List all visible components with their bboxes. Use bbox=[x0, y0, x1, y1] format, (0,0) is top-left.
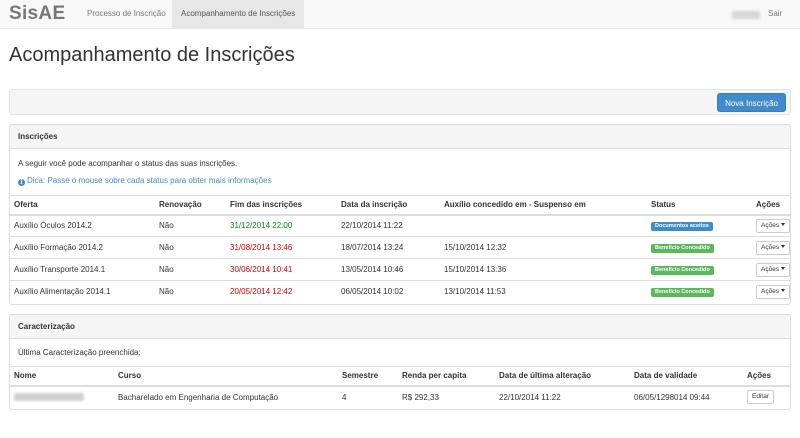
col-acoes: Ações bbox=[743, 366, 790, 387]
inscricoes-heading: Inscrições bbox=[10, 125, 790, 149]
acoes-dropdown-button[interactable]: Ações bbox=[756, 262, 790, 277]
logout-link[interactable]: Sair bbox=[768, 0, 782, 28]
acoes-dropdown-button[interactable]: Ações bbox=[756, 218, 790, 233]
concedido-cell bbox=[440, 215, 647, 237]
caracterizacao-heading: Caracterização bbox=[10, 315, 790, 339]
semestre-cell: 4 bbox=[342, 392, 347, 402]
fim-cell: 20/05/2014 12:42 bbox=[226, 280, 337, 303]
col-data-inscricao: Data da inscrição bbox=[337, 195, 440, 216]
col-data-validade: Data de validade bbox=[630, 366, 743, 387]
col-data-alteracao: Data de última alteração bbox=[495, 366, 630, 387]
caracterizacao-intro: Última Caracterização preenchida: bbox=[18, 348, 141, 357]
renovacao-cell: Não bbox=[155, 258, 226, 281]
status-cell: Documentos aceitos bbox=[647, 215, 752, 237]
new-inscription-button[interactable]: Nova Inscrição bbox=[717, 93, 786, 112]
data-cell: 06/05/2014 10:02 bbox=[337, 280, 440, 303]
caret-down-icon bbox=[781, 244, 786, 248]
fim-cell: 31/08/2014 13:46 bbox=[226, 236, 337, 259]
col-status: Status bbox=[647, 195, 752, 216]
oferta-cell: Auxílio Óculos 2014.2 bbox=[14, 221, 92, 231]
curso-cell: Bacharelado em Engenharia de Computação bbox=[118, 392, 279, 402]
table-row: Auxílio Alimentação 2014.1 Não 20/05/201… bbox=[10, 280, 790, 303]
concedido-cell: 15/10/2014 13:36 bbox=[440, 258, 647, 281]
acoes-cell: Ações bbox=[752, 258, 790, 281]
validade-cell: 06/05/1298014 09:44 bbox=[634, 392, 710, 402]
acoes-label: Ações bbox=[761, 243, 780, 251]
oferta-cell: Auxílio Transporte 2014.1 bbox=[10, 258, 155, 281]
nav-tab-processo-inscricao[interactable]: Processo de Inscrição bbox=[78, 0, 175, 28]
toolbar: Nova Inscrição bbox=[9, 89, 791, 115]
table-row: Auxílio Formação 2014.2 Não 31/08/2014 1… bbox=[10, 236, 790, 259]
acoes-cell: Ações bbox=[752, 215, 790, 237]
fim-cell: 30/06/2014 10:41 bbox=[226, 258, 337, 281]
table-row: Auxílio Transporte 2014.1 Não 30/06/2014… bbox=[10, 258, 790, 281]
nome-cell bbox=[10, 386, 114, 408]
col-renda: Renda per capita bbox=[398, 366, 495, 387]
acoes-cell: Ações bbox=[752, 280, 790, 303]
user-name-redacted[interactable] bbox=[732, 11, 760, 19]
table-header-row: Nome Curso Semestre Renda per capita Dat… bbox=[10, 366, 790, 387]
status-badge[interactable]: Documentos aceitos bbox=[651, 222, 713, 232]
renovacao-cell: Não bbox=[159, 221, 174, 231]
col-nome: Nome bbox=[10, 366, 114, 387]
concedido-cell: 13/10/2014 11:53 bbox=[440, 280, 647, 303]
nav-tab-acompanhamento[interactable]: Acompanhamento de Inscrições bbox=[172, 0, 305, 28]
status-cell: Benefício Concedido bbox=[647, 280, 752, 303]
table-row: Bacharelado em Engenharia de Computação … bbox=[10, 386, 790, 408]
acoes-cell: Ações bbox=[752, 236, 790, 259]
col-acoes: Ações bbox=[752, 195, 790, 216]
data-cell: 22/10/2014 11:22 bbox=[341, 221, 403, 231]
oferta-cell: Auxílio Alimentação 2014.1 bbox=[10, 280, 155, 303]
data-cell: 13/05/2014 10:46 bbox=[337, 258, 440, 281]
acoes-label: Ações bbox=[761, 265, 780, 273]
status-cell: Benefício Concedido bbox=[647, 236, 752, 259]
status-badge[interactable]: Benefício Concedido bbox=[651, 288, 714, 298]
caracterizacao-table: Nome Curso Semestre Renda per capita Dat… bbox=[10, 366, 790, 408]
inscricoes-table: Oferta Renovação Fim das inscrições Data… bbox=[10, 195, 790, 303]
acoes-label: Ações bbox=[761, 221, 780, 229]
status-cell: Benefício Concedido bbox=[647, 258, 752, 281]
navbar: SisAE Processo de Inscrição Acompanhamen… bbox=[0, 0, 800, 29]
concedido-cell: 15/10/2014 12:32 bbox=[440, 236, 647, 259]
col-oferta: Oferta bbox=[10, 195, 155, 216]
info-icon: i bbox=[18, 179, 25, 186]
caret-down-icon bbox=[781, 222, 786, 226]
col-renovacao: Renovação bbox=[155, 195, 226, 216]
renovacao-cell: Não bbox=[155, 236, 226, 259]
status-badge[interactable]: Benefício Concedido bbox=[651, 266, 714, 275]
renda-cell: R$ 292,33 bbox=[402, 392, 439, 402]
brand-logo[interactable]: SisAE bbox=[9, 3, 65, 25]
alteracao-cell: 22/10/2014 11:22 bbox=[499, 392, 561, 402]
hint-text: i Dica: Passe o mouse sobre cada status p… bbox=[18, 176, 272, 186]
caret-down-icon bbox=[781, 288, 786, 292]
fim-cell: 31/12/2014 22:00 bbox=[230, 221, 293, 231]
inscricoes-intro: A seguir você pode acompanhar o status d… bbox=[18, 159, 238, 168]
table-header-row: Oferta Renovação Fim das inscrições Data… bbox=[10, 195, 790, 216]
table-row: Auxílio Óculos 2014.2 Não 31/12/2014 22:… bbox=[10, 215, 790, 237]
col-curso: Curso bbox=[114, 366, 338, 387]
acoes-dropdown-button[interactable]: Ações bbox=[756, 240, 790, 255]
col-fim-inscricoes: Fim das inscrições bbox=[226, 195, 337, 216]
student-name-redacted bbox=[14, 393, 84, 402]
page-title: Acompanhamento de Inscrições bbox=[9, 44, 295, 66]
col-auxilio-concedido: Auxílio concedido em - Suspenso em bbox=[440, 195, 647, 216]
acao-cell: Editar bbox=[743, 386, 790, 408]
caret-down-icon bbox=[781, 266, 786, 270]
acoes-label: Ações bbox=[761, 287, 780, 295]
edit-button[interactable]: Editar bbox=[747, 390, 774, 404]
renovacao-cell: Não bbox=[155, 280, 226, 303]
caracterizacao-panel: Caracterização Última Caracterização pre… bbox=[9, 314, 791, 410]
hint-label: Dica: Passe o mouse sobre cada status pa… bbox=[27, 176, 272, 185]
oferta-cell: Auxílio Formação 2014.2 bbox=[10, 236, 155, 259]
col-semestre: Semestre bbox=[338, 366, 398, 387]
acoes-dropdown-button[interactable]: Ações bbox=[756, 284, 790, 299]
status-badge[interactable]: Benefício Concedido bbox=[651, 244, 714, 253]
data-cell: 18/07/2014 13:24 bbox=[337, 236, 440, 259]
inscricoes-panel: Inscrições A seguir você pode acompanhar… bbox=[9, 124, 791, 305]
